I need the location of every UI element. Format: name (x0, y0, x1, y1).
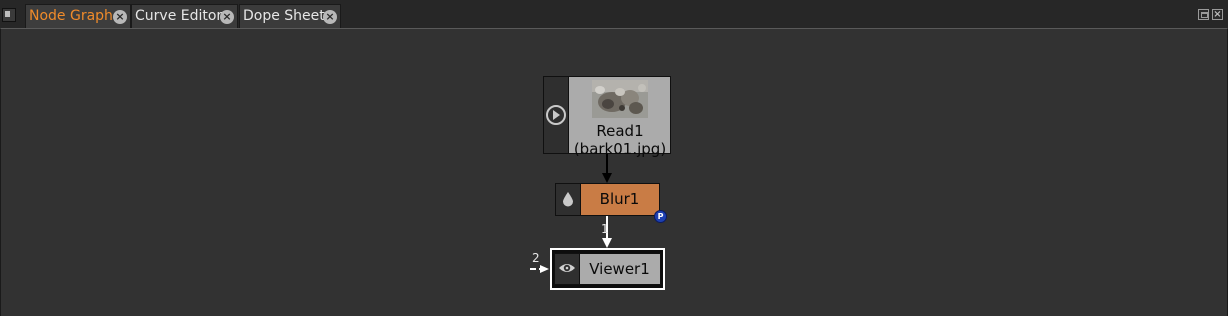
blur-node-side (556, 184, 581, 215)
circle-x-icon[interactable]: × (323, 10, 337, 24)
tab-bar: Node Graph × Curve Editor × Dope Sheet ×… (0, 0, 1228, 29)
tab-curve-editor[interactable]: Curve Editor × (131, 4, 238, 28)
viewer-node-name: Viewer1 (589, 260, 650, 278)
read-node[interactable]: Read1 (bark01.jpg) (543, 76, 671, 158)
circle-x-icon[interactable]: × (220, 10, 234, 24)
tab-node-graph[interactable]: Node Graph × (25, 4, 131, 29)
eye-icon (559, 264, 575, 272)
viewer-node[interactable]: Viewer1 (550, 248, 665, 290)
float-window-icon[interactable] (1198, 9, 1209, 20)
viewer-node-side (555, 254, 580, 284)
drop-icon (563, 192, 573, 207)
blur-node-name: Blur1 (599, 190, 640, 208)
viewer-input-2-label: 2 (532, 251, 540, 265)
viewer-node-body: Viewer1 (554, 253, 661, 285)
tab-label: Node Graph (29, 8, 113, 24)
read-node-name: Read1 (596, 122, 644, 140)
blur-p-badge: P (654, 210, 667, 223)
tab-label: Curve Editor (135, 8, 223, 24)
circle-x-icon[interactable]: × (113, 10, 127, 24)
close-window-icon[interactable]: × (1212, 9, 1223, 20)
blur-node[interactable]: Blur1 (555, 183, 660, 216)
read-node-file: (bark01.jpg) (573, 140, 667, 158)
tab-dope-sheet[interactable]: Dope Sheet × (239, 4, 341, 28)
pane-menu-icon[interactable] (2, 8, 16, 22)
bark-thumbnail (592, 80, 648, 118)
play-icon[interactable] (546, 105, 566, 125)
viewer-input-1-label: 1 (601, 222, 609, 236)
read-node-side (544, 77, 569, 153)
tab-label: Dope Sheet (243, 8, 325, 24)
